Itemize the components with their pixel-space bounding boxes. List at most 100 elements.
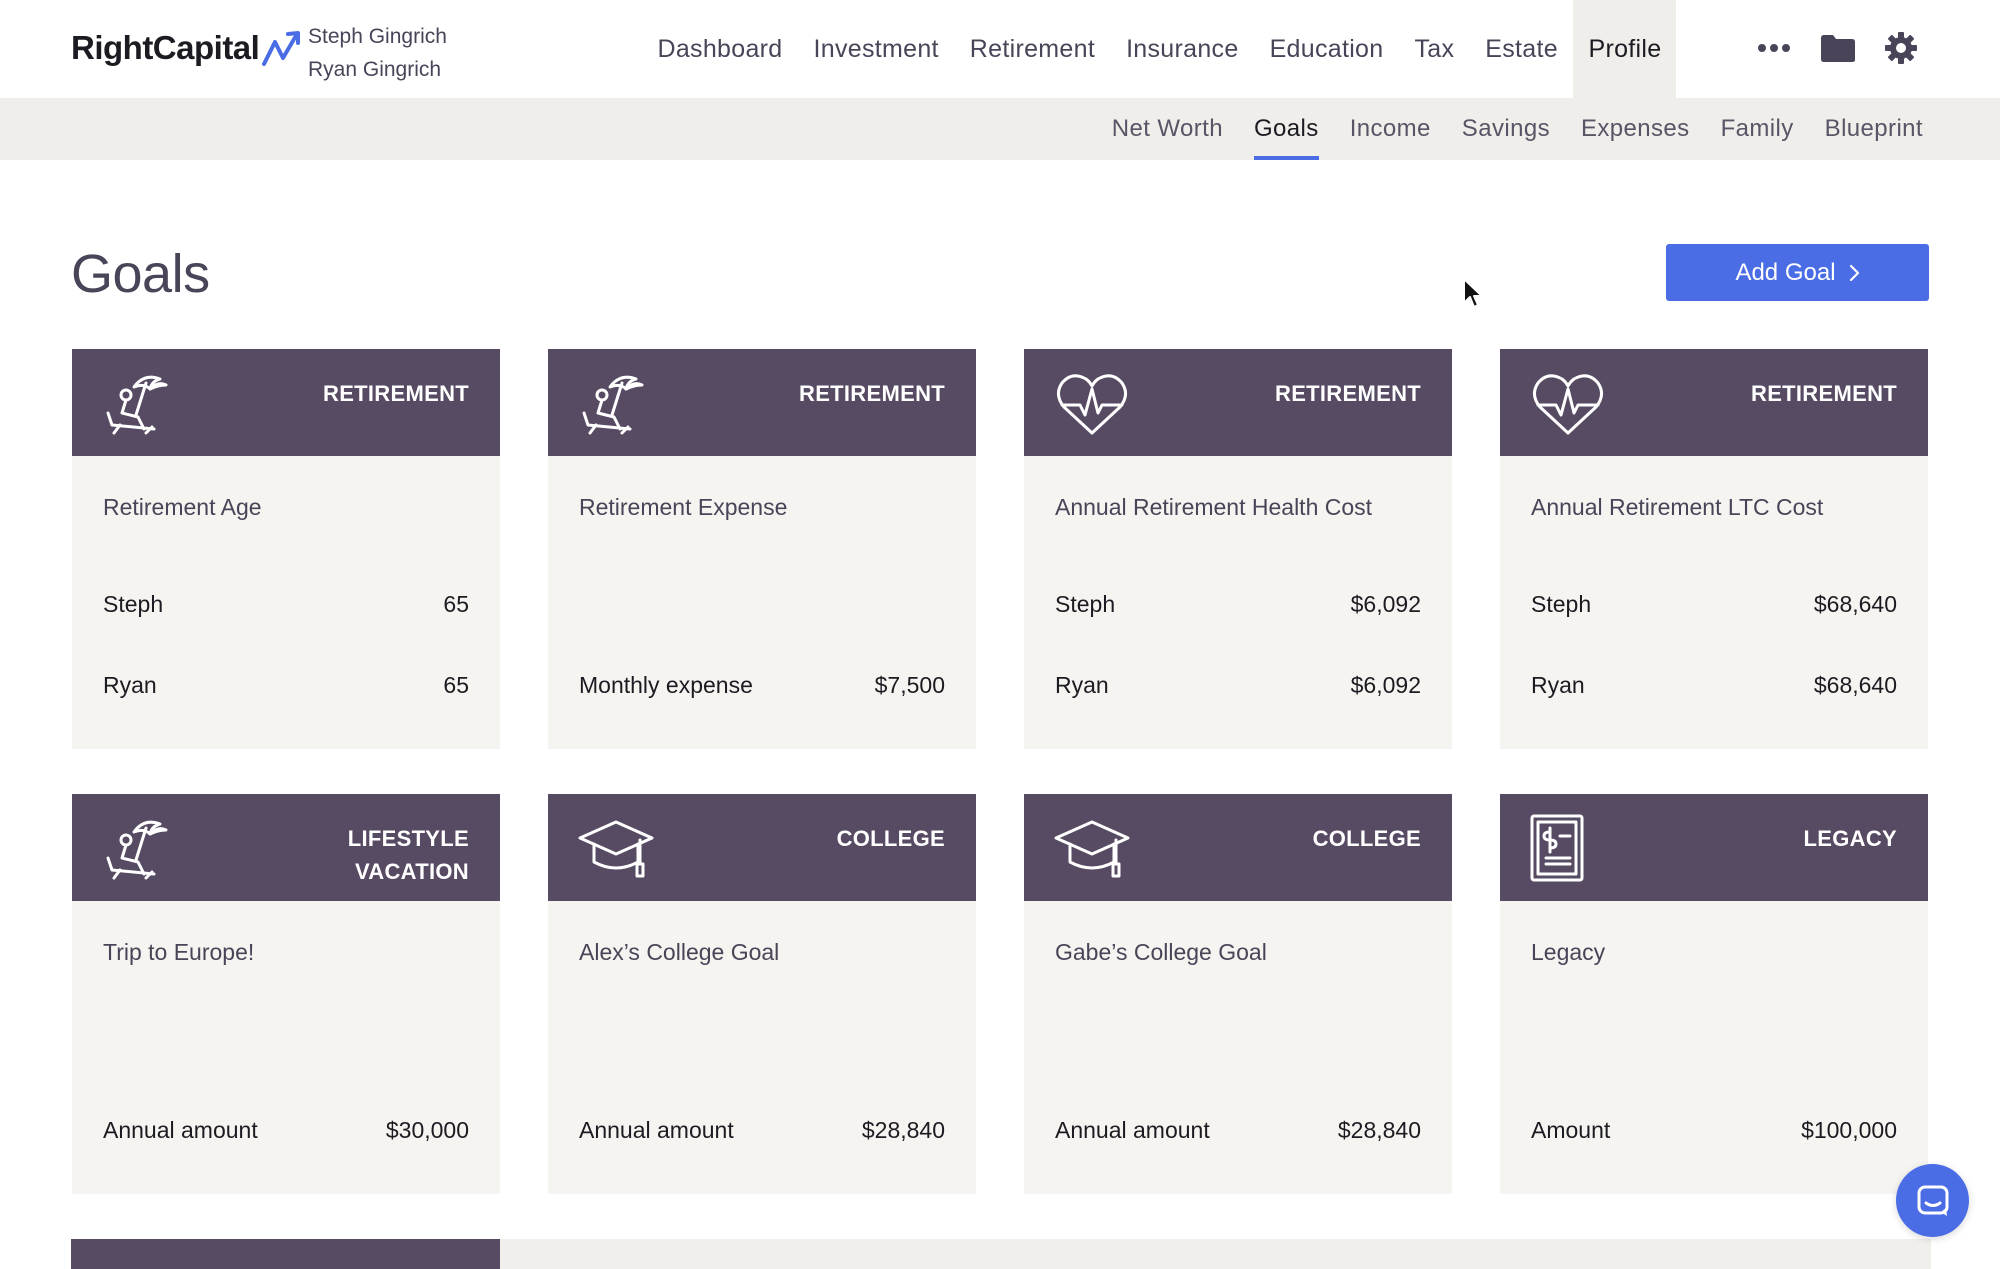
card-row: Ryan 65 xyxy=(103,672,469,699)
nav-retirement[interactable]: Retirement xyxy=(954,0,1110,98)
client-name: Steph Gingrich xyxy=(308,25,447,48)
card-header: COLLEGE xyxy=(1024,794,1452,901)
row-value: 65 xyxy=(443,591,469,617)
tab-goals[interactable]: Goals xyxy=(1253,98,1319,160)
tab-net-worth[interactable]: Net Worth xyxy=(1112,98,1223,160)
tab-income[interactable]: Income xyxy=(1350,98,1431,160)
row-label: Annual amount xyxy=(579,1117,734,1143)
card-title: Legacy xyxy=(1531,939,1606,965)
card-header: RETIREMENT xyxy=(72,349,500,456)
card-category: RETIREMENT xyxy=(1275,381,1421,406)
card-header: LEGACY xyxy=(1500,794,1928,901)
mouse-cursor-icon xyxy=(1463,278,1483,308)
card-header: LIFESTYLE VACATION xyxy=(72,794,500,901)
trend-arrow-icon xyxy=(262,31,301,66)
card-row: Annual amount $28,840 xyxy=(1055,1117,1421,1144)
goal-card-retirement-age[interactable]: RETIREMENT Retirement Age Steph 65 Ryan … xyxy=(72,349,500,749)
row-value: $6,092 xyxy=(1350,672,1421,698)
add-goal-label: Add Goal xyxy=(1735,258,1836,286)
document-dollar-icon xyxy=(1530,814,1584,882)
row-label: Ryan xyxy=(103,672,157,698)
row-label: Steph xyxy=(1055,591,1116,617)
goal-card-alex-college[interactable]: COLLEGE Alex’s College Goal Annual amoun… xyxy=(548,794,976,1194)
card-header: RETIREMENT xyxy=(1024,349,1452,456)
heart-pulse-icon xyxy=(1533,374,1603,435)
goal-card-gabe-college[interactable]: COLLEGE Gabe’s College Goal Annual amoun… xyxy=(1024,794,1452,1194)
chat-icon xyxy=(1917,1185,1948,1216)
row-label: Annual amount xyxy=(103,1117,258,1143)
card-category: COLLEGE xyxy=(836,826,945,851)
beach-chair-icon xyxy=(582,375,644,435)
nav-profile[interactable]: Profile xyxy=(1573,0,1677,98)
chat-launcher-button[interactable] xyxy=(1896,1164,1969,1237)
nav-insurance[interactable]: Insurance xyxy=(1111,0,1255,98)
row-label: Annual amount xyxy=(1055,1117,1210,1143)
client-name: Ryan Gingrich xyxy=(308,58,442,81)
card-header-partial xyxy=(71,1239,500,1269)
card-row: Monthly expense $7,500 xyxy=(579,672,945,699)
row-label: Amount xyxy=(1531,1117,1611,1143)
beach-chair-icon xyxy=(106,375,168,435)
goal-card-legacy[interactable]: LEGACY Legacy Amount $100,000 xyxy=(1500,794,1928,1194)
card-category: RETIREMENT xyxy=(799,381,945,406)
card-category: LEGACY xyxy=(1803,826,1897,851)
row-value: $30,000 xyxy=(385,1117,469,1143)
nav-education[interactable]: Education xyxy=(1254,0,1399,98)
tab-blueprint[interactable]: Blueprint xyxy=(1825,98,1923,160)
card-row: Steph $6,092 xyxy=(1055,591,1421,618)
card-title: Trip to Europe! xyxy=(103,939,255,965)
brand-logo[interactable]: RightCapital xyxy=(71,28,303,68)
row-value: $28,840 xyxy=(861,1117,945,1143)
row-value: $7,500 xyxy=(874,672,945,698)
next-row-partial xyxy=(71,1239,1931,1269)
gear-icon[interactable] xyxy=(1883,30,1919,66)
tab-family[interactable]: Family xyxy=(1721,98,1794,160)
profile-subnav: Net Worth Goals Income Savings Expenses … xyxy=(0,98,2000,160)
nav-dashboard[interactable]: Dashboard xyxy=(642,0,798,98)
card-header: RETIREMENT xyxy=(548,349,976,456)
tab-expenses[interactable]: Expenses xyxy=(1581,98,1690,160)
card-category: RETIREMENT xyxy=(323,381,469,406)
brand-name: RightCapital xyxy=(71,29,260,66)
card-row: Steph $68,640 xyxy=(1531,591,1897,618)
chevron-right-icon xyxy=(1849,264,1859,281)
row-value: $6,092 xyxy=(1350,591,1421,617)
main-nav: Dashboard Investment Retirement Insuranc… xyxy=(642,0,1677,98)
goal-card-retirement-expense[interactable]: RETIREMENT Retirement Expense Monthly ex… xyxy=(548,349,976,749)
nav-investment[interactable]: Investment xyxy=(798,0,954,98)
folder-icon[interactable] xyxy=(1820,30,1856,66)
card-row: Steph 65 xyxy=(103,591,469,618)
card-row: Ryan $6,092 xyxy=(1055,672,1421,699)
row-value: $68,640 xyxy=(1813,672,1897,698)
card-title: Alex’s College Goal xyxy=(579,939,780,965)
row-value: 65 xyxy=(443,672,469,698)
card-row: Annual amount $30,000 xyxy=(103,1117,469,1144)
row-label: Steph xyxy=(103,591,164,617)
tab-savings[interactable]: Savings xyxy=(1462,98,1550,160)
card-category: COLLEGE xyxy=(1312,826,1421,851)
row-label: Monthly expense xyxy=(579,672,753,698)
add-goal-button[interactable]: Add Goal xyxy=(1666,244,1929,301)
card-title: Gabe’s College Goal xyxy=(1055,939,1267,965)
beach-chair-icon xyxy=(106,820,168,880)
row-value: $100,000 xyxy=(1801,1117,1897,1143)
card-header: RETIREMENT xyxy=(1500,349,1928,456)
goal-card-ltc-cost[interactable]: RETIREMENT Annual Retirement LTC Cost St… xyxy=(1500,349,1928,749)
household-names[interactable]: Steph Gingrich Ryan Gingrich xyxy=(308,20,447,86)
more-icon[interactable] xyxy=(1756,30,1792,66)
nav-estate[interactable]: Estate xyxy=(1470,0,1574,98)
card-row: Annual amount $28,840 xyxy=(579,1117,945,1144)
card-title: Annual Retirement LTC Cost xyxy=(1531,494,1824,520)
nav-tax[interactable]: Tax xyxy=(1399,0,1470,98)
card-title: Annual Retirement Health Cost xyxy=(1055,494,1373,520)
card-category: LIFESTYLE VACATION xyxy=(347,826,469,884)
card-category: RETIREMENT xyxy=(1751,381,1897,406)
goal-card-trip-europe[interactable]: LIFESTYLE VACATION Trip to Europe! Annua… xyxy=(72,794,500,1194)
goal-card-health-cost[interactable]: RETIREMENT Annual Retirement Health Cost… xyxy=(1024,349,1452,749)
row-label: Ryan xyxy=(1055,672,1109,698)
row-label: Ryan xyxy=(1531,672,1585,698)
row-value: $68,640 xyxy=(1813,591,1897,617)
top-header: RightCapital Steph Gingrich Ryan Gingric… xyxy=(0,0,2000,98)
card-title: Retirement Expense xyxy=(579,494,788,520)
graduation-cap-icon xyxy=(1054,820,1130,878)
